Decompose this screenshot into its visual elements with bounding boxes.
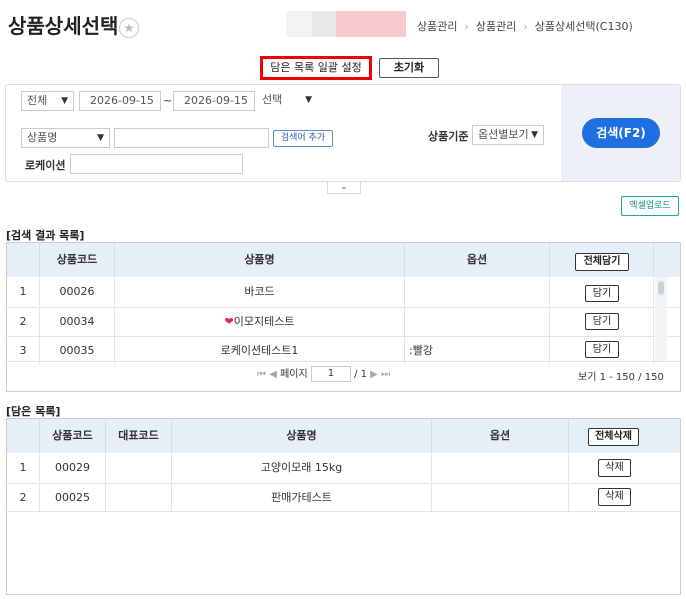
product-option (405, 308, 550, 336)
cart-title: [담은 목록] (6, 405, 61, 418)
page-label: 페이지 (280, 369, 308, 380)
next-page-icon[interactable]: ▶ (370, 369, 378, 380)
cart-header: 상품코드 대표코드 상품명 옵션 전체삭제 (7, 419, 680, 453)
results-header: 상품코드 상품명 옵션 전체담기 (7, 243, 680, 277)
view-info: 보기 1 - 150 / 150 (578, 372, 664, 383)
cart-grid: 상품코드 대표코드 상품명 옵션 전체삭제 1 00029 고양이모래 15kg… (6, 418, 681, 595)
results-scrollbar[interactable] (655, 277, 667, 361)
prev-page-icon[interactable]: ◀ (269, 369, 277, 380)
search-field-select[interactable]: 상품명 ▼ (21, 128, 110, 148)
column-header-code[interactable]: 상품코드 (40, 419, 106, 453)
delete-all-button[interactable]: 전체삭제 (588, 428, 639, 446)
product-name: 판매가테스트 (172, 484, 432, 512)
date-from-field[interactable]: 2026-09-15 (79, 91, 161, 111)
row-divider (7, 511, 680, 512)
add-keyword-button[interactable]: 검색어 추가 (273, 130, 333, 147)
row-number: 2 (7, 308, 40, 336)
row-number: 1 (7, 454, 40, 482)
last-page-icon[interactable]: ⏭ (381, 369, 390, 380)
breadcrumb-item[interactable]: 상품관리 (476, 20, 516, 33)
chevron-down-icon[interactable]: ⌄ (327, 182, 361, 194)
breadcrumb: 상품관리 › 상품관리 › 상품상세선택(C130) (417, 18, 633, 34)
pagination: ⏮ ◀ 페이지 1 / 1 ▶ ⏭ (257, 365, 390, 382)
column-header-option[interactable]: 옵션 (405, 243, 550, 277)
chevron-down-icon: ▼ (97, 133, 104, 143)
period-select[interactable]: 전체 ▼ (21, 91, 74, 111)
product-code: 00025 (40, 484, 106, 512)
chevron-down-icon: ▼ (305, 95, 312, 105)
add-button[interactable]: 담기 (585, 313, 619, 330)
breadcrumb-current: 상품상세선택(C130) (534, 20, 633, 33)
product-name: 고양이모래 15kg (172, 454, 432, 482)
column-header-no (7, 419, 40, 453)
date-to-field[interactable]: 2026-09-15 (173, 91, 255, 111)
product-code: 00026 (40, 278, 115, 306)
page-title: 상품상세선택 (8, 14, 119, 38)
choice-select[interactable]: 선택 ▼ (257, 91, 317, 111)
product-name-cell: ❤이모지테스트 (115, 308, 405, 336)
first-page-icon[interactable]: ⏮ (257, 369, 266, 380)
results-title: [검색 결과 목록] (6, 229, 85, 242)
add-button[interactable]: 담기 (585, 341, 619, 358)
search-field-value: 상품명 (27, 131, 58, 144)
scrollbar-thumb[interactable] (658, 281, 664, 295)
add-button[interactable]: 담기 (585, 285, 619, 302)
keyword-input[interactable] (114, 128, 269, 148)
blurred-region (336, 11, 406, 37)
product-basis-label: 상품기준 (428, 130, 469, 143)
choice-select-value: 선택 (262, 93, 283, 106)
rep-code (106, 454, 172, 482)
page-input[interactable]: 1 (310, 366, 351, 382)
delete-button[interactable]: 삭제 (598, 488, 631, 506)
product-name: 바코드 (115, 278, 405, 306)
product-basis-value: 옵션별보기 (478, 128, 529, 141)
chevron-right-icon: › (523, 20, 528, 33)
location-input[interactable] (70, 154, 243, 174)
column-header-rep-code[interactable]: 대표코드 (106, 419, 172, 453)
product-option (432, 454, 569, 482)
date-separator: ~ (163, 94, 173, 107)
row-number: 1 (7, 278, 40, 306)
row-divider (7, 361, 680, 362)
row-number: 2 (7, 484, 40, 512)
excel-upload-button[interactable]: 엑셀업로드 (621, 196, 679, 216)
product-code: 00034 (40, 308, 115, 336)
chevron-right-icon: › (464, 20, 469, 33)
column-header-name[interactable]: 상품명 (115, 243, 405, 277)
chevron-down-icon: ▼ (61, 96, 68, 106)
chevron-down-icon: ▼ (531, 130, 538, 140)
location-label: 로케이션 (25, 159, 66, 172)
heart-icon: ❤ (224, 315, 234, 328)
breadcrumb-item[interactable]: 상품관리 (417, 20, 457, 33)
bulk-set-button[interactable]: 담은 목록 일괄 설정 (260, 56, 372, 80)
search-button[interactable]: 검색(F2) (582, 118, 660, 148)
reset-button[interactable]: 초기화 (379, 58, 439, 78)
product-code: 00029 (40, 454, 106, 482)
rep-code (106, 484, 172, 512)
add-all-button[interactable]: 전체담기 (575, 253, 629, 271)
product-option (432, 484, 569, 512)
product-option (405, 278, 550, 306)
period-select-value: 전체 (27, 94, 48, 107)
column-header-code[interactable]: 상품코드 (40, 243, 115, 277)
total-pages: / 1 (354, 369, 367, 380)
product-basis-select[interactable]: 옵션별보기 ▼ (472, 125, 544, 145)
delete-button[interactable]: 삭제 (598, 459, 631, 477)
column-header-no (7, 243, 40, 277)
product-name: 이모지테스트 (233, 315, 295, 328)
column-header-name[interactable]: 상품명 (172, 419, 432, 453)
column-header-option[interactable]: 옵션 (432, 419, 569, 453)
star-icon[interactable]: ★ (119, 18, 139, 38)
